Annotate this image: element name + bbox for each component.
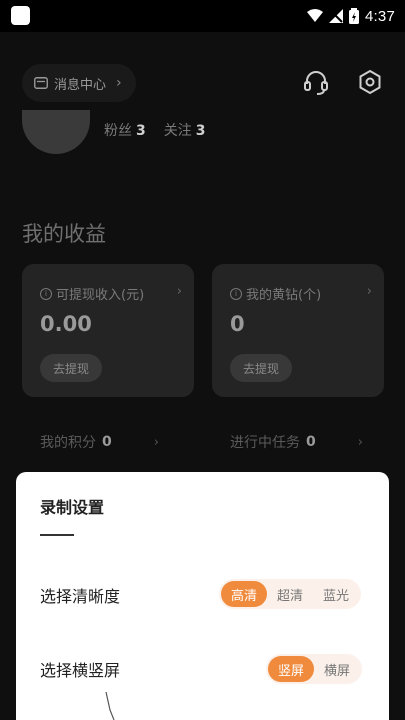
signal-icon bbox=[329, 9, 343, 23]
clarity-option-bluray[interactable]: 蓝光 bbox=[313, 581, 359, 607]
info-icon: i bbox=[40, 287, 52, 300]
follow-count: 3 bbox=[195, 123, 206, 139]
chevron-right-icon: › bbox=[176, 284, 182, 299]
clarity-option-super[interactable]: 超清 bbox=[267, 581, 313, 607]
points-label: 我的积分 bbox=[40, 435, 96, 451]
tasks-value: 0 bbox=[306, 434, 316, 450]
follow-stats: 粉丝 3 关注 3 bbox=[104, 120, 206, 140]
card-value: 0 bbox=[230, 312, 245, 336]
message-center-button[interactable]: 消息中心 › bbox=[22, 64, 136, 102]
tasks-label: 进行中任务 bbox=[230, 435, 300, 451]
withdraw-button[interactable]: 去提现 bbox=[40, 354, 102, 382]
avatar[interactable] bbox=[22, 110, 90, 154]
chevron-right-icon: › bbox=[116, 75, 122, 91]
battery-icon bbox=[349, 8, 359, 24]
yellow-diamond-card[interactable]: i 我的黄钻(个) › 0 去提现 bbox=[212, 264, 384, 397]
earnings-title: 我的收益 bbox=[22, 222, 106, 246]
hexagon-gear-icon[interactable] bbox=[356, 68, 384, 96]
status-icons: 4:37 bbox=[307, 6, 395, 26]
follow-label: 关注 bbox=[163, 123, 192, 139]
card-label: i 我的黄钻(个) bbox=[230, 284, 321, 303]
wifi-icon bbox=[307, 9, 323, 22]
status-time: 4:37 bbox=[365, 7, 395, 25]
info-icon: i bbox=[230, 287, 242, 300]
my-points-row[interactable]: 我的积分 0 › bbox=[40, 432, 159, 452]
card-label: i 可提现收入(元) bbox=[40, 284, 144, 303]
clarity-option-hd[interactable]: 高清 bbox=[221, 581, 268, 607]
clarity-selector: 高清 超清 蓝光 bbox=[219, 579, 362, 609]
withdrawable-income-card[interactable]: i 可提现收入(元) › 0.00 去提现 bbox=[22, 264, 194, 397]
fans-label: 粉丝 bbox=[104, 123, 132, 139]
card-label-text: 可提现收入(元) bbox=[56, 288, 145, 303]
chevron-right-icon: › bbox=[357, 434, 363, 450]
chevron-right-icon: › bbox=[153, 434, 159, 450]
record-settings-sheet: 录制设置 选择清晰度 高清 超清 蓝光 选择横竖屏 竖屏 横屏 bbox=[16, 472, 389, 720]
fans-count: 3 bbox=[136, 123, 146, 139]
mail-icon bbox=[34, 77, 48, 89]
orientation-option-portrait[interactable]: 竖屏 bbox=[268, 656, 315, 682]
tasks-in-progress-row[interactable]: 进行中任务 0 › bbox=[230, 432, 363, 452]
app-indicator-icon bbox=[11, 6, 30, 25]
profile-page: 消息中心 › 粉丝 3 关注 3 我的收益 i 可提现收入(元) › 0.00 去提现… bbox=[0, 32, 405, 720]
card-value: 0.00 bbox=[40, 312, 92, 336]
orientation-label: 选择横竖屏 bbox=[40, 661, 121, 680]
points-value: 0 bbox=[102, 434, 112, 450]
clarity-label: 选择清晰度 bbox=[40, 587, 121, 606]
fans-stat[interactable]: 粉丝 3 bbox=[104, 120, 146, 140]
sheet-title: 录制设置 bbox=[40, 498, 105, 517]
headset-icon[interactable] bbox=[302, 68, 330, 96]
stroke-mark bbox=[105, 692, 115, 720]
card-label-text: 我的黄钻(个) bbox=[246, 288, 322, 303]
orientation-option-landscape[interactable]: 横屏 bbox=[314, 656, 360, 682]
status-bar: 4:37 bbox=[0, 0, 405, 32]
message-center-label: 消息中心 bbox=[54, 77, 107, 93]
orientation-selector: 竖屏 横屏 bbox=[266, 654, 363, 684]
withdraw-button[interactable]: 去提现 bbox=[230, 354, 292, 382]
chevron-right-icon: › bbox=[366, 284, 372, 299]
title-underline bbox=[40, 534, 74, 536]
follow-stat[interactable]: 关注 3 bbox=[164, 120, 206, 140]
